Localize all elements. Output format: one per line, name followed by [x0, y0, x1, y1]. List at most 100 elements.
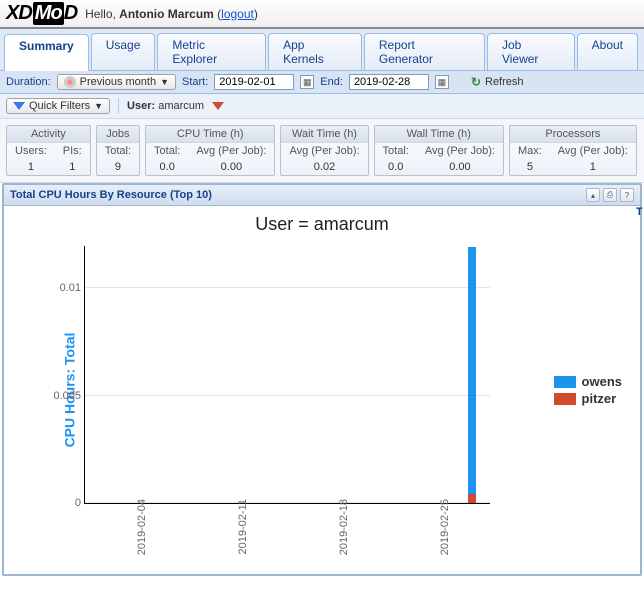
- start-calendar-icon[interactable]: ▦: [300, 75, 314, 89]
- duration-preset-dropdown[interactable]: Previous month ▼: [57, 74, 176, 90]
- x-tick-label: 2019-02-25: [439, 499, 451, 555]
- card-col: Max:: [510, 143, 550, 159]
- tab-report-generator[interactable]: Report Generator: [364, 33, 485, 70]
- legend-swatch: [554, 393, 576, 405]
- filter-user-label: User: amarcum: [127, 100, 204, 112]
- card-col: Users:: [7, 143, 55, 159]
- chart-title: User = amarcum: [4, 206, 640, 239]
- bar-pitzer[interactable]: [468, 494, 476, 503]
- filter-user-label-text: User:: [127, 100, 155, 112]
- y-tick-label: 0.005: [53, 390, 85, 402]
- card-activity: ActivityUsers:PIs:11: [6, 125, 91, 176]
- y-tick-label: 0.01: [60, 282, 85, 294]
- chart-panel-title: Total CPU Hours By Resource (Top 10): [10, 189, 212, 201]
- funnel-icon: [13, 102, 25, 110]
- legend-label: pitzer: [582, 391, 617, 406]
- duration-toolbar: Duration: Previous month ▼ Start: ▦ End:…: [0, 71, 644, 94]
- card-val: 0.0: [146, 159, 188, 175]
- greeting: Hello, Antonio Marcum (logout): [85, 7, 258, 21]
- card-val: 1: [7, 159, 55, 175]
- tab-app-kernels[interactable]: App Kernels: [268, 33, 362, 70]
- card-title: CPU Time (h): [146, 126, 274, 143]
- card-wait: Wait Time (h)Avg (Per Job):0.02: [280, 125, 368, 176]
- x-tick-label: 2019-02-11: [237, 499, 249, 554]
- card-col: Total:: [146, 143, 188, 159]
- start-date-input[interactable]: [214, 74, 294, 90]
- card-val: 9: [97, 159, 139, 175]
- logo-xd: XD: [6, 2, 33, 25]
- x-tick-label: 2019-02-18: [338, 499, 350, 555]
- logo: XDMoD: [6, 2, 77, 25]
- print-icon[interactable]: ⎙: [603, 188, 617, 202]
- x-tick-label: 2019-02-04: [136, 499, 148, 555]
- top-bar: XDMoD Hello, Antonio Marcum (logout): [0, 0, 644, 29]
- end-date-input[interactable]: [349, 74, 429, 90]
- tab-strip: SummaryUsageMetric ExplorerApp KernelsRe…: [0, 29, 644, 71]
- card-col: Avg (Per Job):: [281, 143, 367, 159]
- logo-d: D: [64, 2, 77, 25]
- duration-preset-value: Previous month: [80, 76, 156, 88]
- tab-metric-explorer[interactable]: Metric Explorer: [157, 33, 266, 70]
- card-title: Wall Time (h): [375, 126, 503, 143]
- refresh-button[interactable]: ↻ Refresh: [465, 74, 530, 90]
- card-col: PIs:: [55, 143, 90, 159]
- card-col: Avg (Per Job):: [417, 143, 503, 159]
- tab-job-viewer[interactable]: Job Viewer: [487, 33, 575, 70]
- card-wall: Wall Time (h)Total:Avg (Per Job):0.00.00: [374, 125, 504, 176]
- legend-item-pitzer[interactable]: pitzer: [554, 391, 622, 406]
- card-val: 0.00: [417, 159, 503, 175]
- help-icon[interactable]: ?: [620, 188, 634, 202]
- bar-owens[interactable]: [468, 247, 476, 494]
- refresh-icon: ↻: [471, 75, 481, 89]
- chart-legend: owens pitzer: [554, 372, 622, 408]
- gridline: [85, 287, 490, 288]
- quick-filters-label: Quick Filters: [29, 100, 90, 112]
- card-cpu: CPU Time (h)Total:Avg (Per Job):0.00.00: [145, 125, 275, 176]
- quick-filters-dropdown[interactable]: Quick Filters ▼: [6, 98, 110, 114]
- card-title: Activity: [7, 126, 90, 143]
- chart-area: User = amarcum CPU Hours: Total 00.0050.…: [4, 206, 640, 574]
- duration-label: Duration:: [6, 76, 51, 88]
- card-val: 1: [550, 159, 636, 175]
- clear-filter-icon[interactable]: [212, 102, 224, 110]
- clock-icon: [64, 76, 76, 88]
- collapse-icon[interactable]: ▴: [586, 188, 600, 202]
- card-val: 0.00: [188, 159, 274, 175]
- summary-cards: ActivityUsers:PIs:11JobsTotal:9CPU Time …: [0, 119, 644, 183]
- card-col: Total:: [97, 143, 139, 159]
- gridline: [85, 395, 490, 396]
- card-title: Wait Time (h): [281, 126, 367, 143]
- card-col: Total:: [375, 143, 417, 159]
- end-calendar-icon[interactable]: ▦: [435, 75, 449, 89]
- start-label: Start:: [182, 76, 208, 88]
- card-proc: ProcessorsMax:Avg (Per Job):51: [509, 125, 637, 176]
- tab-about[interactable]: About: [577, 33, 638, 70]
- card-jobs: JobsTotal:9: [96, 125, 140, 176]
- card-val: 0.0: [375, 159, 417, 175]
- logout-link[interactable]: logout: [221, 7, 254, 21]
- legend-swatch: [554, 376, 576, 388]
- logo-mo: Mo: [33, 2, 64, 25]
- greeting-user: Antonio Marcum: [119, 7, 214, 21]
- refresh-label: Refresh: [485, 76, 524, 88]
- tab-usage[interactable]: Usage: [91, 33, 156, 70]
- legend-label: owens: [582, 374, 622, 389]
- filter-user-value: amarcum: [158, 100, 204, 112]
- legend-item-owens[interactable]: owens: [554, 374, 622, 389]
- card-val: 0.02: [281, 159, 367, 175]
- card-title: Processors: [510, 126, 636, 143]
- card-title: Jobs: [97, 126, 139, 143]
- next-panel-hint: T: [636, 206, 643, 218]
- tab-summary[interactable]: Summary: [4, 34, 89, 71]
- card-val: 1: [55, 159, 90, 175]
- chart-panel-header: Total CPU Hours By Resource (Top 10) ▴ ⎙…: [4, 185, 640, 206]
- card-col: Avg (Per Job):: [550, 143, 636, 159]
- greeting-prefix: Hello,: [85, 7, 119, 21]
- chevron-down-icon: ▼: [94, 101, 103, 111]
- chevron-down-icon: ▼: [160, 77, 169, 87]
- end-label: End:: [320, 76, 343, 88]
- chart-plot: 00.0050.012019-02-042019-02-112019-02-18…: [84, 246, 490, 504]
- filter-bar: Quick Filters ▼ User: amarcum: [0, 94, 644, 119]
- y-tick-label: 0: [75, 497, 85, 509]
- card-val: 5: [510, 159, 550, 175]
